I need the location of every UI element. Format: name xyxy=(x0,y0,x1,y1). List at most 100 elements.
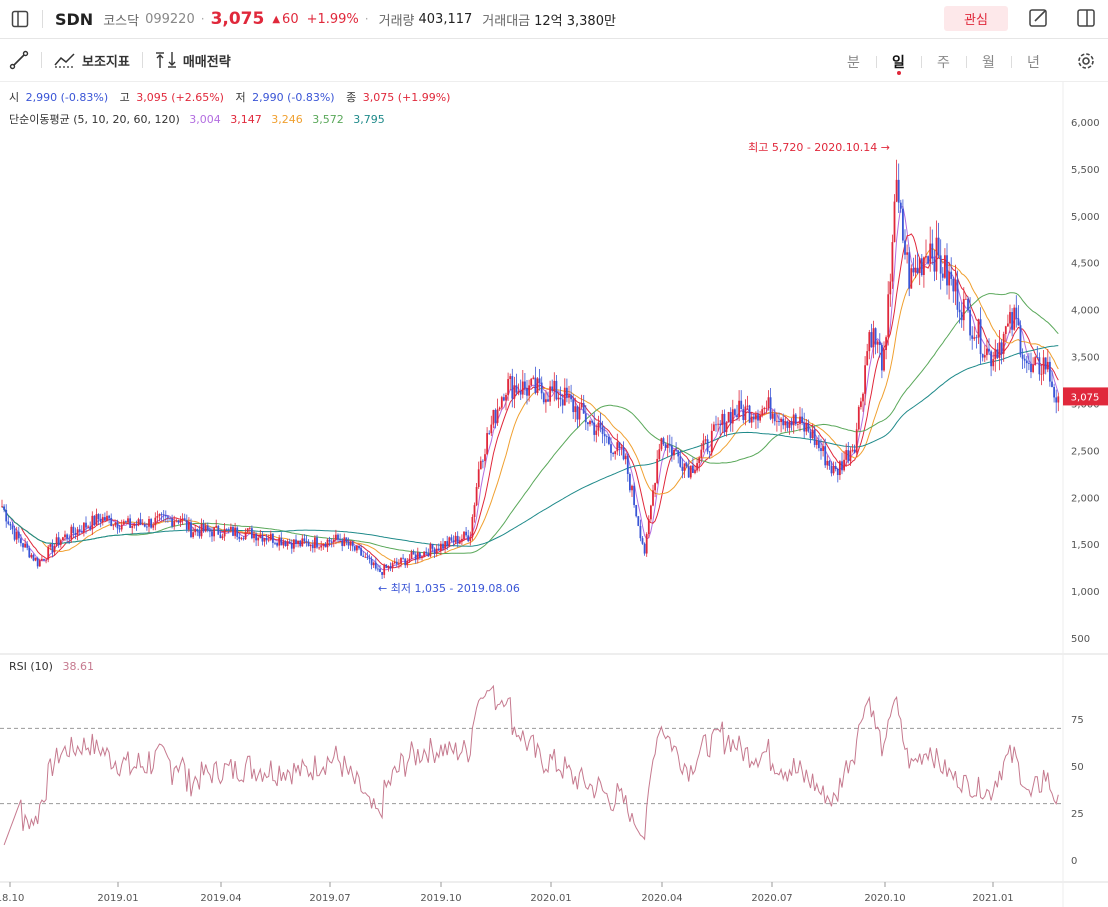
ma20-line xyxy=(1,247,1059,566)
candle xyxy=(324,542,327,548)
candle xyxy=(345,537,348,546)
candle xyxy=(1023,354,1026,369)
candle xyxy=(566,378,568,403)
x-tick-label: 2019.01 xyxy=(97,893,138,904)
candle xyxy=(1042,350,1045,381)
candle xyxy=(337,533,339,543)
candle xyxy=(286,538,289,550)
candle xyxy=(910,264,913,289)
stock-chart[interactable]: 6,0005,5005,0004,5004,0003,5003,0002,500… xyxy=(0,0,1108,907)
candle xyxy=(183,513,186,522)
candle xyxy=(280,532,283,546)
candle xyxy=(977,318,980,344)
candle xyxy=(200,518,203,539)
candle xyxy=(652,484,654,507)
candle xyxy=(32,553,35,562)
candle xyxy=(677,449,680,464)
candle xyxy=(673,449,675,460)
ma120-line xyxy=(1,345,1059,547)
candle xyxy=(36,556,39,569)
candle xyxy=(1007,314,1009,328)
candle xyxy=(404,557,407,568)
candle xyxy=(759,410,761,423)
candle xyxy=(941,267,944,281)
candle xyxy=(97,513,100,525)
candle xyxy=(83,522,85,537)
candle xyxy=(710,423,713,457)
candle xyxy=(169,517,171,521)
candle xyxy=(511,368,514,408)
candle xyxy=(1040,364,1043,386)
candle xyxy=(515,373,518,396)
candle xyxy=(834,461,837,472)
candle xyxy=(1002,331,1005,362)
x-tick-label: 2020.10 xyxy=(864,893,905,904)
candle xyxy=(902,199,904,244)
candle xyxy=(622,441,625,461)
candle xyxy=(790,417,793,431)
candle xyxy=(110,513,113,527)
rsi-tick-label: 50 xyxy=(1071,762,1084,773)
candle xyxy=(635,504,638,518)
price-tick-label: 3,500 xyxy=(1071,353,1100,364)
candle xyxy=(729,407,732,432)
candle xyxy=(120,519,123,532)
candle xyxy=(152,522,155,531)
candle xyxy=(236,526,239,541)
candle xyxy=(788,420,791,435)
candle xyxy=(582,395,585,414)
candle xyxy=(986,340,988,361)
candle xyxy=(1013,304,1016,331)
candle xyxy=(154,512,157,531)
candle xyxy=(679,450,682,468)
candle xyxy=(95,508,98,526)
candle xyxy=(467,529,470,543)
candle xyxy=(469,531,472,546)
candle xyxy=(148,516,150,533)
candle xyxy=(471,514,474,541)
low-annotation: ← 최저 1,035 - 2019.08.06 xyxy=(378,582,520,595)
candle xyxy=(211,526,213,542)
price-tick-label: 1,500 xyxy=(1071,540,1100,551)
candle xyxy=(641,536,644,545)
candle xyxy=(855,422,858,456)
candle xyxy=(72,523,75,538)
price-tick-label: 1,000 xyxy=(1071,587,1100,598)
candle xyxy=(59,538,62,548)
candle xyxy=(164,510,167,523)
candle xyxy=(553,372,556,402)
candle xyxy=(822,441,824,457)
candle xyxy=(24,538,26,548)
candle xyxy=(80,525,83,533)
candle xyxy=(274,541,276,545)
candle xyxy=(488,430,491,435)
candle xyxy=(660,437,663,452)
candle xyxy=(624,453,627,465)
candle xyxy=(540,376,543,400)
candle xyxy=(374,557,377,571)
candle xyxy=(931,229,934,265)
candle xyxy=(251,525,253,540)
rsi-tick-label: 0 xyxy=(1071,856,1077,867)
candle xyxy=(482,459,484,469)
candle xyxy=(450,534,453,543)
candle xyxy=(295,534,297,548)
price-tick-label: 2,500 xyxy=(1071,446,1100,457)
candle xyxy=(101,513,104,526)
candle xyxy=(536,377,539,396)
candle xyxy=(845,443,848,467)
candle xyxy=(318,546,320,550)
candle xyxy=(656,450,659,485)
candle xyxy=(605,434,608,444)
candle xyxy=(704,435,707,444)
candle xyxy=(448,536,451,548)
candle xyxy=(217,525,220,535)
candle xyxy=(975,334,978,349)
candle xyxy=(299,539,302,548)
candle xyxy=(91,511,94,536)
x-tick-label: 2021.01 xyxy=(972,893,1013,904)
candle xyxy=(866,343,869,366)
candle xyxy=(891,234,894,289)
candle xyxy=(689,465,692,480)
candle xyxy=(309,544,312,552)
